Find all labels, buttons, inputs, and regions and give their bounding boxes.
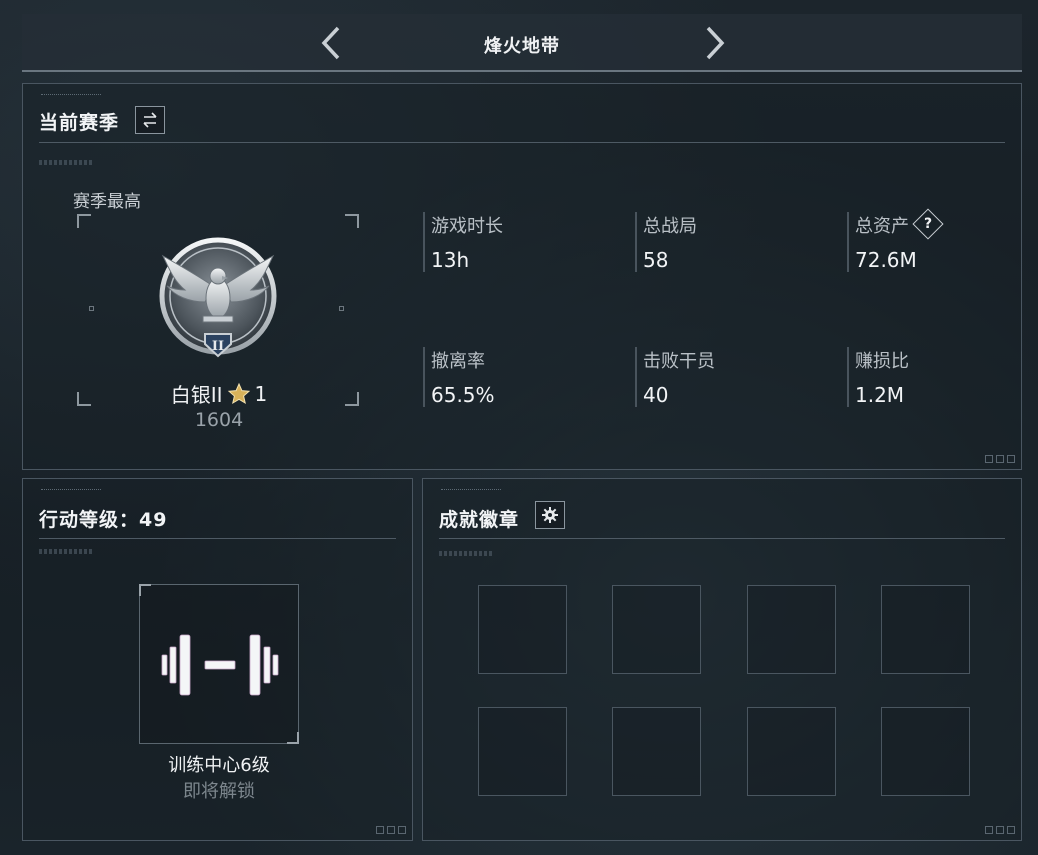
badge-slot-6[interactable] <box>612 707 701 796</box>
chevron-right-icon <box>706 26 725 60</box>
gold-star-icon <box>227 382 250 404</box>
facility-name: 训练中心6级 <box>168 755 270 776</box>
svg-text:II: II <box>212 339 224 354</box>
stat-value: 65.5% <box>431 383 495 407</box>
rank-stars: 1 <box>254 381 268 406</box>
dumbbell-icon <box>161 634 279 696</box>
season-switch-button[interactable] <box>135 106 165 134</box>
rank-score: 1604 <box>194 409 244 431</box>
silver-eagle-rank-badge-icon: II <box>159 237 277 358</box>
panel-decoration <box>41 94 101 98</box>
title-divider <box>39 538 396 539</box>
badge-slot-3[interactable] <box>747 585 836 674</box>
stat-value: 40 <box>643 383 669 407</box>
achievements-title: 成就徽章 <box>439 509 520 531</box>
stat-total-assets: 总资产? 72.6M <box>847 208 944 272</box>
panel-decoration <box>41 489 101 493</box>
stat-value: 58 <box>643 248 669 272</box>
badge-slot-8[interactable] <box>881 707 970 796</box>
frame-marker <box>89 306 94 311</box>
stat-label: 赚损比 <box>855 351 909 372</box>
next-mode-button[interactable] <box>700 26 730 60</box>
achievements-settings-button[interactable] <box>535 501 565 529</box>
stat-extraction-rate: 撤离率 65.5% <box>423 347 495 407</box>
stat-label-row: 总资产? <box>855 208 944 240</box>
badge-slot-1[interactable] <box>478 585 567 674</box>
stat-label: 撤离率 <box>431 351 485 372</box>
badge-slot-7[interactable] <box>747 707 836 796</box>
panel-decoration <box>39 549 93 554</box>
badge-slot-5[interactable] <box>478 707 567 796</box>
stat-profit-loss-ratio: 赚损比 1.2M <box>847 347 909 407</box>
panel-corner-decoration <box>985 826 1015 834</box>
title-divider <box>39 142 1005 143</box>
panel-decoration <box>439 551 493 556</box>
help-icon[interactable]: ? <box>912 208 944 240</box>
title-divider <box>439 538 1005 539</box>
rank-name: 白银II <box>170 383 223 407</box>
current-season-panel: 当前赛季 赛季最高 II 白银II 1 1604 游戏时长 13h 总战局 58… <box>22 83 1022 470</box>
swap-arrows-icon <box>143 112 157 128</box>
operation-level-title: 行动等级：49 <box>39 509 168 531</box>
panel-corner-decoration <box>376 826 406 834</box>
panel-decoration <box>39 160 93 165</box>
badge-slot-4[interactable] <box>881 585 970 674</box>
badge-slot-2[interactable] <box>612 585 701 674</box>
rank-name-row: 白银II 1 <box>163 379 275 408</box>
stat-value: 13h <box>431 248 470 272</box>
facility-status: 即将解锁 <box>183 781 255 802</box>
stat-value: 1.2M <box>855 383 905 407</box>
frame-corner <box>345 392 359 406</box>
facility-card[interactable] <box>139 584 299 744</box>
stat-label: 游戏时长 <box>431 216 503 237</box>
achievement-badges-panel: 成就徽章 <box>422 478 1022 841</box>
stat-operators-defeated: 击败干员 40 <box>635 347 715 407</box>
stat-total-matches: 总战局 58 <box>635 212 697 272</box>
season-best-label: 赛季最高 <box>73 192 141 212</box>
season-title: 当前赛季 <box>39 112 120 134</box>
panel-corner-decoration <box>985 455 1015 463</box>
stat-label: 总战局 <box>643 216 697 237</box>
stat-label: 击败干员 <box>643 351 715 372</box>
frame-marker <box>339 306 344 311</box>
stat-label: 总资产 <box>855 216 909 237</box>
operation-level-panel: 行动等级：49 训练中心6级 即将解锁 <box>22 478 413 841</box>
frame-corner <box>345 214 359 228</box>
frame-corner <box>77 392 91 406</box>
mode-title: 烽火地带 <box>484 36 560 57</box>
stat-play-time: 游戏时长 13h <box>423 212 503 272</box>
panel-decoration <box>441 489 501 493</box>
stat-value: 72.6M <box>855 248 917 272</box>
top-nav-bar: 烽火地带 <box>22 14 1022 72</box>
frame-corner <box>77 214 91 228</box>
gear-icon <box>542 507 558 523</box>
